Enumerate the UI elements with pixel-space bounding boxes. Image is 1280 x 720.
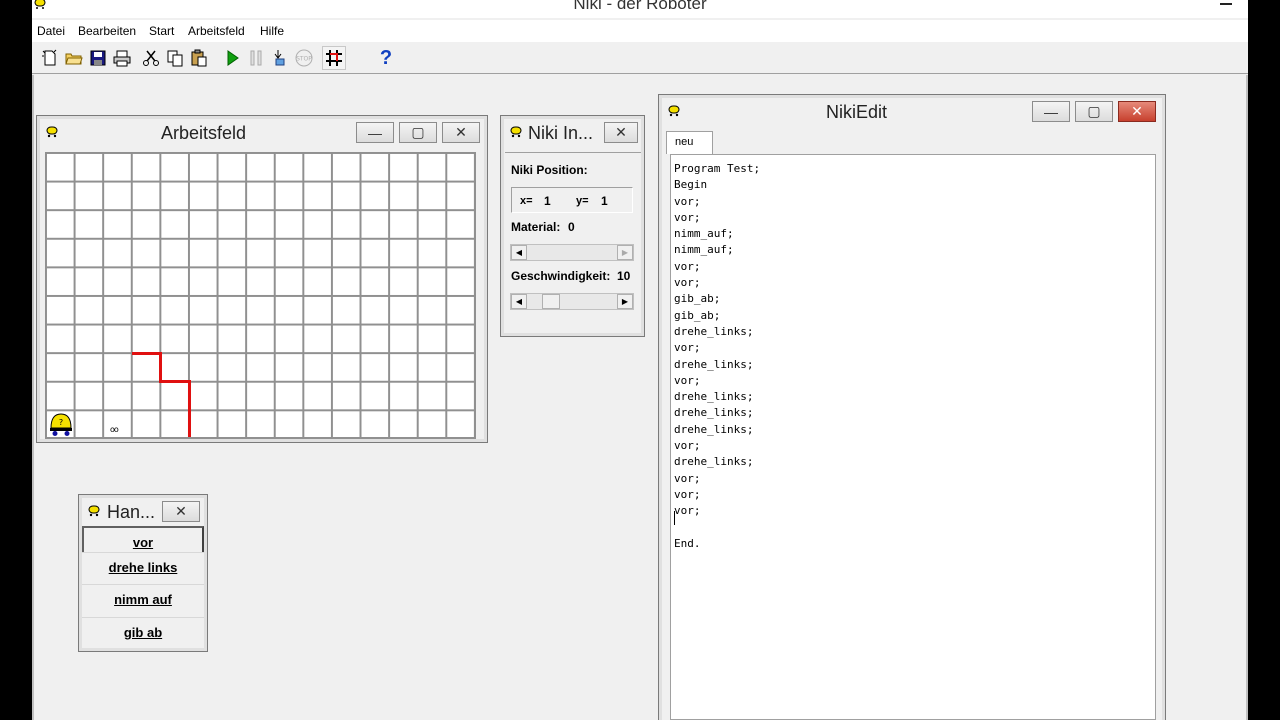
- arbeitsfeld-title: Arbeitsfeld: [161, 123, 247, 143]
- app-title-bar: Niki - der Roboter: [32, 0, 1248, 18]
- help-label: ?: [379, 46, 393, 69]
- help-question-icon[interactable]: ?: [374, 46, 398, 70]
- speed-scrollbar[interactable]: ◀ ▶: [510, 293, 634, 310]
- scroll-right-icon[interactable]: ▶: [617, 245, 633, 260]
- tab-neu[interactable]: neu: [666, 131, 713, 154]
- new-document-icon[interactable]: [38, 46, 62, 70]
- drehe-links-button[interactable]: drehe links: [82, 552, 204, 582]
- save-disk-icon[interactable]: [86, 46, 110, 70]
- niki-info-window: Niki In... ✕ Niki Position: x= 1 y= 1 Ma…: [500, 115, 645, 337]
- arbeitsfeld-grid[interactable]: [45, 152, 476, 439]
- speed-slider-thumb[interactable]: [542, 294, 560, 309]
- code-text[interactable]: Program Test; Begin vor; vor; nimm_auf; …: [674, 161, 760, 552]
- nikiedit-title-bar[interactable]: NikiEdit — ▢ ✕: [662, 98, 1162, 126]
- menu-start[interactable]: Start: [149, 24, 174, 38]
- menu-bar: Datei Bearbeiten Start Arbeitsfeld Hilfe: [32, 20, 1248, 42]
- niki-robot-icon: [510, 126, 522, 138]
- app-window: Niki - der Roboter Datei Bearbeiten Star…: [32, 0, 1248, 720]
- info-title: Niki In...: [528, 123, 594, 143]
- toolbar: STOP ?: [32, 43, 1248, 74]
- step-icon[interactable]: [268, 46, 292, 70]
- paste-icon[interactable]: [187, 46, 211, 70]
- x-value: 1: [544, 194, 551, 208]
- wall-segment: [188, 380, 191, 437]
- close-button[interactable]: ✕: [162, 501, 200, 522]
- niki-robot-icon: ?: [50, 413, 72, 436]
- text-cursor: [674, 511, 675, 525]
- grid-toggle-icon[interactable]: [322, 46, 346, 70]
- niki-robot-icon: [46, 126, 58, 138]
- divider: [505, 152, 641, 153]
- speed-value: 10: [617, 269, 631, 283]
- pause-icon[interactable]: [244, 46, 268, 70]
- close-button[interactable]: ✕: [1118, 101, 1156, 122]
- copy-icon[interactable]: [163, 46, 187, 70]
- speed-label: Geschwindigkeit:: [511, 269, 611, 283]
- material-marker: oo: [110, 425, 119, 434]
- position-box: x= 1 y= 1: [511, 187, 633, 213]
- stop-icon[interactable]: STOP: [292, 46, 316, 70]
- menu-bearbeiten[interactable]: Bearbeiten: [78, 24, 136, 38]
- maximize-button[interactable]: ▢: [399, 122, 437, 143]
- material-label: Material:: [511, 220, 561, 234]
- scroll-right-icon[interactable]: ▶: [617, 294, 633, 309]
- app-title: Niki - der Roboter: [573, 0, 707, 13]
- material-value: 0: [568, 220, 575, 234]
- minimize-button[interactable]: —: [1032, 101, 1070, 122]
- minimize-button[interactable]: [1220, 3, 1232, 5]
- hand-title: Han...: [107, 502, 156, 522]
- y-value: 1: [601, 194, 608, 208]
- scroll-left-icon[interactable]: ◀: [511, 294, 527, 309]
- close-button[interactable]: ✕: [442, 122, 480, 143]
- wall-segment: [132, 352, 162, 355]
- nimm-auf-button[interactable]: nimm auf: [82, 584, 204, 614]
- print-icon[interactable]: [110, 46, 134, 70]
- gib-ab-button[interactable]: gib ab: [82, 617, 204, 647]
- material-scrollbar[interactable]: ◀ ▶: [510, 244, 634, 261]
- hand-title-bar[interactable]: Han... ✕: [82, 498, 204, 526]
- close-button[interactable]: ✕: [604, 122, 638, 143]
- nikiedit-title: NikiEdit: [826, 102, 888, 122]
- y-label: y=: [576, 195, 589, 207]
- svg-text:STOP: STOP: [296, 56, 312, 63]
- menu-datei[interactable]: Datei: [37, 24, 65, 38]
- svg-text:?: ?: [59, 418, 63, 427]
- scroll-left-icon[interactable]: ◀: [511, 245, 527, 260]
- minimize-button[interactable]: —: [356, 122, 394, 143]
- wall-segment: [159, 380, 190, 383]
- open-folder-icon[interactable]: [62, 46, 86, 70]
- run-play-icon[interactable]: [220, 46, 244, 70]
- niki-robot-icon: [668, 105, 680, 117]
- code-editor[interactable]: Program Test; Begin vor; vor; nimm_auf; …: [670, 154, 1156, 720]
- arbeitsfeld-title-bar[interactable]: Arbeitsfeld — ▢ ✕: [40, 119, 484, 147]
- maximize-button[interactable]: ▢: [1075, 101, 1113, 122]
- cut-scissors-icon[interactable]: [139, 46, 163, 70]
- menu-hilfe[interactable]: Hilfe: [260, 24, 284, 38]
- menu-arbeitsfeld[interactable]: Arbeitsfeld: [188, 24, 245, 38]
- wall-segment: [159, 352, 162, 382]
- position-label: Niki Position:: [511, 163, 588, 177]
- niki-robot-icon: [88, 505, 100, 517]
- x-label: x=: [520, 195, 533, 207]
- info-title-bar[interactable]: Niki In... ✕: [504, 119, 641, 147]
